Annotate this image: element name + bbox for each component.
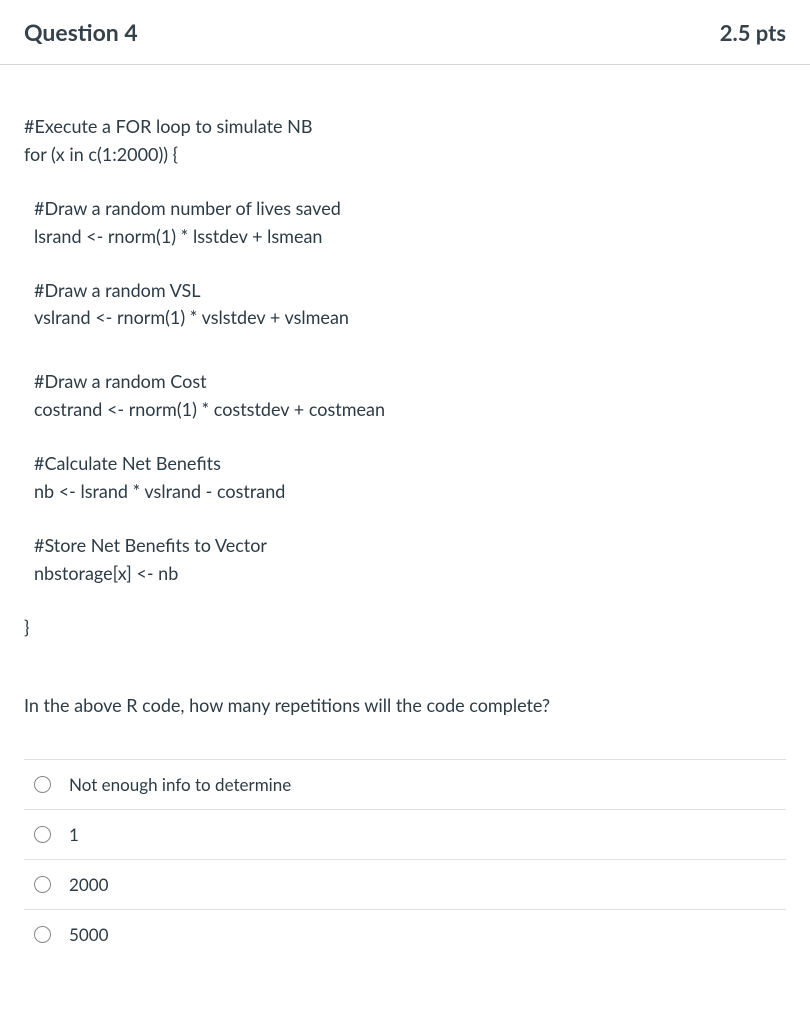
code-section-store: #Store Net Benefits to Vector nbstorage[… — [24, 532, 786, 588]
code-section-lives: #Draw a random number of lives saved lsr… — [24, 195, 786, 251]
question-container: Question 4 2.5 pts #Execute a FOR loop t… — [0, 0, 810, 969]
question-points: 2.5 pts — [720, 19, 786, 46]
options-list: Not enough info to determine 1 2000 5000 — [24, 759, 786, 959]
code-line: vslrand <- rnorm(1) * vslstdev + vslmean — [34, 304, 786, 332]
radio-option-3[interactable] — [34, 926, 51, 943]
option-row[interactable]: 1 — [24, 809, 786, 859]
code-line: nb <- lsrand * vslrand - costrand — [34, 478, 786, 506]
code-line: costrand <- rnorm(1) * coststdev + costm… — [34, 396, 786, 424]
option-label: 5000 — [69, 924, 108, 945]
radio-option-1[interactable] — [34, 826, 51, 843]
question-prompt: In the above R code, how many repetition… — [24, 692, 786, 719]
code-line: #Calculate Net Benefits — [34, 450, 786, 478]
option-row[interactable]: 5000 — [24, 909, 786, 959]
question-body: #Execute a FOR loop to simulate NB for (… — [0, 65, 810, 969]
code-section-netbenefits: #Calculate Net Benefits nb <- lsrand * v… — [24, 450, 786, 506]
code-section-end: } — [24, 614, 786, 642]
code-line: lsrand <- rnorm(1) * lsstdev + lsmean — [34, 223, 786, 251]
code-line: #Execute a FOR loop to simulate NB — [24, 113, 786, 141]
radio-option-0[interactable] — [34, 776, 51, 793]
code-line: #Draw a random number of lives saved — [34, 195, 786, 223]
radio-option-2[interactable] — [34, 876, 51, 893]
option-row[interactable]: 2000 — [24, 859, 786, 909]
code-block: #Execute a FOR loop to simulate NB for (… — [24, 113, 786, 642]
code-section-cost: #Draw a random Cost costrand <- rnorm(1)… — [24, 368, 786, 424]
code-line: nbstorage[x] <- nb — [34, 560, 786, 588]
question-title: Question 4 — [24, 18, 138, 46]
code-section-vsl: #Draw a random VSL vslrand <- rnorm(1) *… — [24, 277, 786, 333]
code-line: for (x in c(1:2000)) { — [24, 141, 786, 169]
code-section-loop: #Execute a FOR loop to simulate NB for (… — [24, 113, 786, 169]
question-header: Question 4 2.5 pts — [0, 0, 810, 65]
option-label: Not enough info to determine — [69, 774, 291, 795]
option-label: 2000 — [69, 874, 108, 895]
option-row[interactable]: Not enough info to determine — [24, 759, 786, 809]
code-line: #Store Net Benefits to Vector — [34, 532, 786, 560]
code-line: #Draw a random Cost — [34, 368, 786, 396]
code-line: } — [24, 614, 786, 642]
code-line: #Draw a random VSL — [34, 277, 786, 305]
option-label: 1 — [69, 824, 79, 845]
